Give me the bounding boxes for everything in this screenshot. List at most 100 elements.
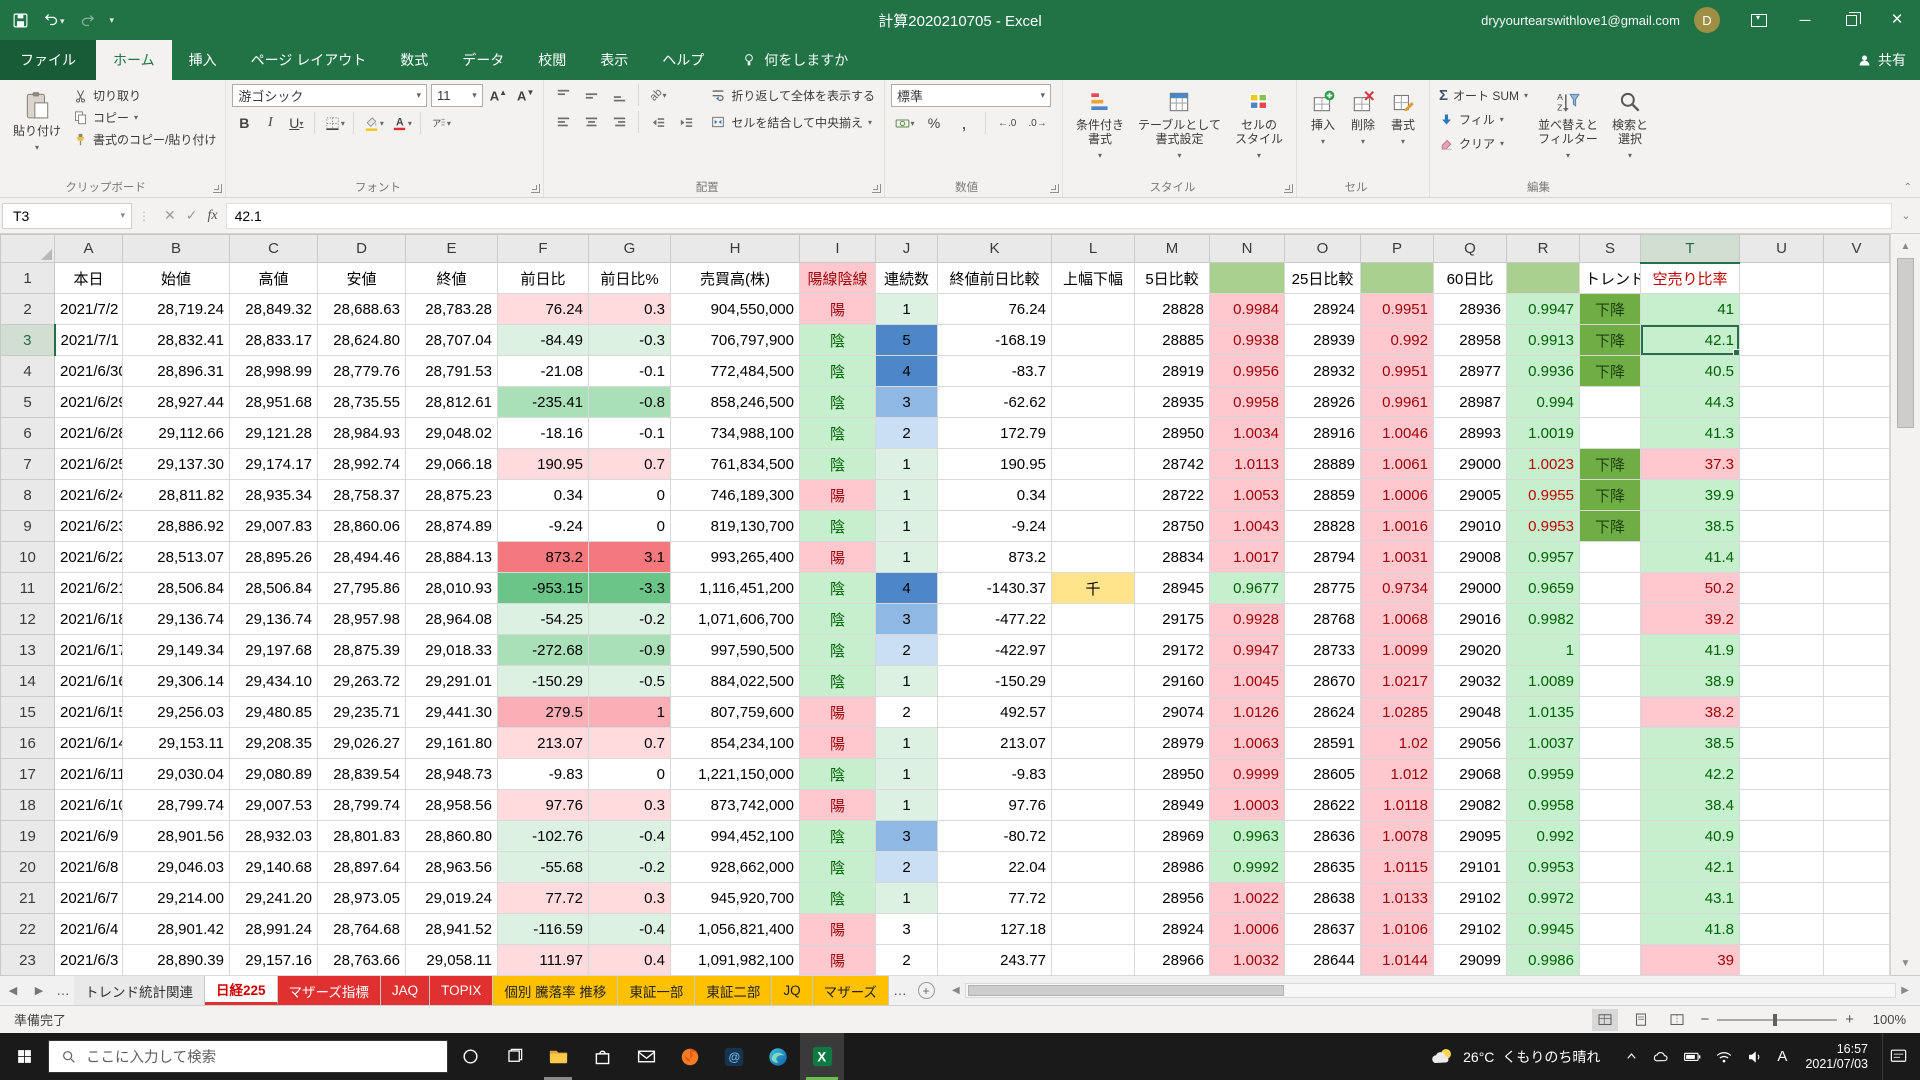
cell-J6[interactable]: 2	[876, 418, 938, 449]
cell-R4[interactable]: 0.9936	[1507, 356, 1580, 387]
cell-B6[interactable]: 29,112.66	[123, 418, 230, 449]
cell-R22[interactable]: 0.9945	[1507, 914, 1580, 945]
cell-N4[interactable]: 0.9956	[1210, 356, 1285, 387]
task-view-button[interactable]	[492, 1033, 536, 1080]
expand-formula-bar-icon[interactable]: ⌄	[1892, 209, 1920, 222]
collapse-ribbon-icon[interactable]: ⌃	[1904, 182, 1912, 193]
cell-T18[interactable]: 38.4	[1641, 790, 1740, 821]
column-header-P[interactable]: P	[1361, 235, 1434, 263]
cell-K7[interactable]: 190.95	[938, 449, 1052, 480]
cell-A7[interactable]: 2021/6/25	[55, 449, 123, 480]
cell-C6[interactable]: 29,121.28	[230, 418, 318, 449]
cell-T7[interactable]: 37.3	[1641, 449, 1740, 480]
cell-C13[interactable]: 29,197.68	[230, 635, 318, 666]
cell-G17[interactable]: 0	[589, 759, 671, 790]
cell-H4[interactable]: 772,484,500	[671, 356, 800, 387]
cell-A13[interactable]: 2021/6/17	[55, 635, 123, 666]
cell-N23[interactable]: 1.0032	[1210, 945, 1285, 976]
cell-J4[interactable]: 4	[876, 356, 938, 387]
cell-P23[interactable]: 1.0144	[1361, 945, 1434, 976]
cell-R17[interactable]: 0.9959	[1507, 759, 1580, 790]
cell-K3[interactable]: -168.19	[938, 325, 1052, 356]
cell-D9[interactable]: 28,860.06	[318, 511, 406, 542]
cell-D16[interactable]: 29,026.27	[318, 728, 406, 759]
cell-R18[interactable]: 0.9958	[1507, 790, 1580, 821]
cell-I3[interactable]: 陰	[800, 325, 876, 356]
percent-format-button[interactable]: %	[921, 112, 947, 134]
format-as-table-button[interactable]: テーブルとして 書式設定	[1131, 84, 1228, 165]
cell-B20[interactable]: 29,046.03	[123, 852, 230, 883]
cell-F20[interactable]: -55.68	[498, 852, 589, 883]
cell-D15[interactable]: 29,235.71	[318, 697, 406, 728]
align-bottom-button[interactable]	[606, 84, 632, 106]
cell-Q16[interactable]: 29056	[1434, 728, 1507, 759]
cell-L11[interactable]: 千	[1052, 573, 1135, 604]
cell-H13[interactable]: 997,590,500	[671, 635, 800, 666]
cell-E23[interactable]: 29,058.11	[406, 945, 498, 976]
cell-O5[interactable]: 28926	[1285, 387, 1361, 418]
font-name-combo[interactable]: 游ゴシック	[232, 84, 427, 107]
cell-N22[interactable]: 1.0006	[1210, 914, 1285, 945]
normal-view-button[interactable]	[1592, 1009, 1618, 1031]
cell-B12[interactable]: 29,136.74	[123, 604, 230, 635]
cell-J16[interactable]: 1	[876, 728, 938, 759]
minimize-button[interactable]: ─	[1782, 0, 1828, 40]
tab-ヘルプ[interactable]: ヘルプ	[645, 40, 721, 80]
cell-O18[interactable]: 28622	[1285, 790, 1361, 821]
cell-M1[interactable]: 5日比較	[1135, 263, 1210, 294]
copy-button[interactable]: コピー	[70, 106, 219, 128]
row-header-3[interactable]: 3	[1, 325, 55, 356]
cell-V22[interactable]	[1824, 914, 1890, 945]
cell-K21[interactable]: 77.72	[938, 883, 1052, 914]
cell-V11[interactable]	[1824, 573, 1890, 604]
sheet-tab-マザーズ[interactable]: マザーズ	[813, 976, 889, 1005]
cell-A10[interactable]: 2021/6/22	[55, 542, 123, 573]
cell-K14[interactable]: -150.29	[938, 666, 1052, 697]
cell-U21[interactable]	[1740, 883, 1824, 914]
page-layout-view-button[interactable]	[1628, 1009, 1654, 1031]
cell-R13[interactable]: 1	[1507, 635, 1580, 666]
row-header-16[interactable]: 16	[1, 728, 55, 759]
column-header-O[interactable]: O	[1285, 235, 1361, 263]
orientation-button[interactable]: ab	[645, 84, 671, 106]
cell-S1[interactable]: トレンド	[1580, 263, 1641, 294]
cell-P6[interactable]: 1.0046	[1361, 418, 1434, 449]
close-button[interactable]: ×	[1874, 0, 1920, 40]
cell-S12[interactable]	[1580, 604, 1641, 635]
cell-U15[interactable]	[1740, 697, 1824, 728]
cell-D20[interactable]: 28,897.64	[318, 852, 406, 883]
cell-G10[interactable]: 3.1	[589, 542, 671, 573]
cell-H3[interactable]: 706,797,900	[671, 325, 800, 356]
cell-S4[interactable]: 下降	[1580, 356, 1641, 387]
formula-input[interactable]: 42.1	[226, 203, 1892, 229]
cell-O13[interactable]: 28733	[1285, 635, 1361, 666]
cell-K19[interactable]: -80.72	[938, 821, 1052, 852]
cell-E3[interactable]: 28,707.04	[406, 325, 498, 356]
cell-T22[interactable]: 41.8	[1641, 914, 1740, 945]
cell-E10[interactable]: 28,884.13	[406, 542, 498, 573]
select-all-corner[interactable]	[1, 235, 55, 263]
cell-Q18[interactable]: 29082	[1434, 790, 1507, 821]
cell-M3[interactable]: 28885	[1135, 325, 1210, 356]
cell-R7[interactable]: 1.0023	[1507, 449, 1580, 480]
cell-N12[interactable]: 0.9928	[1210, 604, 1285, 635]
cell-G23[interactable]: 0.4	[589, 945, 671, 976]
cell-I8[interactable]: 陽	[800, 480, 876, 511]
format-cells-button[interactable]: 書式	[1383, 84, 1423, 151]
cell-T1[interactable]: 空売り比率	[1641, 263, 1740, 294]
cell-H7[interactable]: 761,834,500	[671, 449, 800, 480]
cell-E6[interactable]: 29,048.02	[406, 418, 498, 449]
cell-V7[interactable]	[1824, 449, 1890, 480]
cell-M18[interactable]: 28949	[1135, 790, 1210, 821]
cell-L20[interactable]	[1052, 852, 1135, 883]
row-header-2[interactable]: 2	[1, 294, 55, 325]
cell-V5[interactable]	[1824, 387, 1890, 418]
cell-V2[interactable]	[1824, 294, 1890, 325]
cell-U3[interactable]	[1740, 325, 1824, 356]
cell-D22[interactable]: 28,764.68	[318, 914, 406, 945]
cell-N3[interactable]: 0.9938	[1210, 325, 1285, 356]
cell-M19[interactable]: 28969	[1135, 821, 1210, 852]
cell-P9[interactable]: 1.0016	[1361, 511, 1434, 542]
cell-J10[interactable]: 1	[876, 542, 938, 573]
cell-C17[interactable]: 29,080.89	[230, 759, 318, 790]
